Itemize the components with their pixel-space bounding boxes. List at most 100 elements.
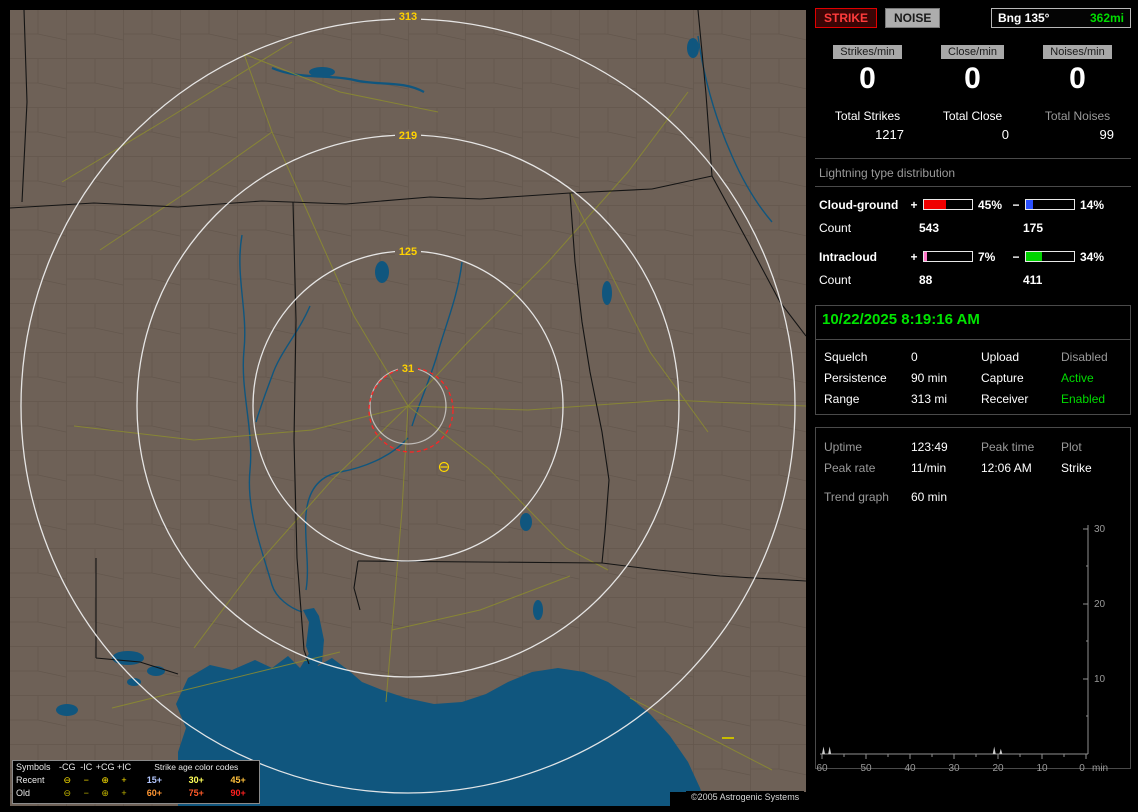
age-code: 30+ <box>188 775 204 785</box>
x-tick-10: 10 <box>1036 763 1048 774</box>
pos-cg-recent-icon: ⊕ <box>101 775 109 785</box>
x-axis-unit: min <box>1092 763 1108 774</box>
cg-plus-pct: 45% <box>978 197 1003 212</box>
age-code: 45+ <box>230 775 246 785</box>
legend-symbols-header: Symbols <box>16 762 51 772</box>
legend-old-row: Old ⊖ − ⊕ + 60+ 75+ 90+ <box>13 787 259 800</box>
stats-section: Uptime 123:49 Peak time Plot Peak rate 1… <box>815 427 1131 774</box>
strike-indicator-button[interactable]: STRIKE <box>815 8 878 28</box>
minus-sign: − <box>1012 249 1020 264</box>
divider <box>816 339 1130 340</box>
bearing-label: Bng 135° <box>998 11 1050 25</box>
cg-count-row: Count 543 175 <box>815 216 1131 239</box>
status-row: Squelch 0 Upload Disabled <box>816 346 1130 367</box>
uptime-row: Uptime 123:49 Peak time Plot <box>816 436 1130 457</box>
age-code: 15+ <box>146 775 163 785</box>
upload-status: Disabled <box>1061 349 1108 364</box>
x-tick-60: 60 <box>816 763 828 774</box>
trend-graph-row: Trend graph 60 min <box>816 486 1130 507</box>
intracloud-row: Intracloud + 7% − 34% <box>815 245 1131 268</box>
legend-col-neg-cg: -CG <box>59 762 76 772</box>
upload-label: Upload <box>981 349 1020 364</box>
x-tick-20: 20 <box>992 763 1004 774</box>
y-tick-20: 20 <box>1094 599 1106 610</box>
cg-minus-bar <box>1025 199 1075 210</box>
legend-col-neg-ic: -IC <box>80 762 93 772</box>
chart-axes <box>820 525 1089 759</box>
ic-count-row: Count 88 411 <box>815 268 1131 291</box>
x-tick-30: 30 <box>948 763 960 774</box>
radar-map[interactable]: 313 219 125 31 Symbols -CG -IC +CG +IC S… <box>10 10 806 806</box>
divider <box>815 186 1131 187</box>
intracloud-label: Intracloud <box>819 249 878 264</box>
indicator-row: STRIKE NOISE Bng 135° 362mi <box>815 8 1131 28</box>
ring-label-219: 219 <box>399 130 417 142</box>
receiver-label: Receiver <box>981 391 1029 406</box>
legend-old-label: Old <box>16 788 31 798</box>
bar-fill <box>1026 252 1043 261</box>
neg-cg-old-icon: ⊖ <box>63 788 72 798</box>
noise-indicator-button[interactable]: NOISE <box>885 8 941 28</box>
neg-cg-recent-icon: ⊖ <box>63 775 72 785</box>
chart-labels: 30 20 10 60 50 40 30 20 10 0 min <box>816 524 1108 774</box>
neg-ic-recent-icon: − <box>83 775 89 785</box>
age-code: 75+ <box>188 788 204 798</box>
squelch-label: Squelch <box>824 349 868 364</box>
strikes-per-min-value: 0 <box>859 62 876 95</box>
bearing-display: Bng 135° 362mi <box>991 8 1131 28</box>
total-strikes-label: Total Strikes <box>834 109 901 123</box>
legend-header-row: Symbols -CG -IC +CG +IC Strike age color… <box>13 761 259 774</box>
noises-per-min-chip: Noises/min <box>1043 45 1112 59</box>
strikes-per-min-column: Strikes/min 0 Total Strikes 1217 <box>815 44 920 142</box>
x-tick-40: 40 <box>904 763 916 774</box>
ic-plus-pct: 7% <box>978 249 996 264</box>
ic-minus-count: 411 <box>1023 272 1043 287</box>
legend-recent-label: Recent <box>16 775 45 785</box>
x-tick-50: 50 <box>860 763 872 774</box>
close-per-min-value: 0 <box>964 62 981 95</box>
receiver-status: Enabled <box>1061 391 1106 406</box>
nexstorm-window: 313 219 125 31 Symbols -CG -IC +CG +IC S… <box>0 0 1138 812</box>
minus-sign: − <box>1012 197 1020 212</box>
map-svg: 313 219 125 31 <box>10 10 806 806</box>
plot-value: Strike <box>1061 460 1092 475</box>
strikes-per-min-chip: Strikes/min <box>833 45 902 59</box>
pos-cg-old-icon: ⊕ <box>101 788 109 798</box>
ic-plus-count: 88 <box>919 272 933 287</box>
legend-age-title: Strike age color codes <box>154 762 239 772</box>
capture-status: Active <box>1061 370 1094 385</box>
rate-counters: Strikes/min 0 Total Strikes 1217 Close/m… <box>815 44 1131 142</box>
cloud-ground-row: Cloud-ground + 45% − 14% <box>815 193 1131 216</box>
count-label: Count <box>819 220 852 235</box>
age-code: 90+ <box>230 788 246 798</box>
legend-recent-row: Recent ⊖ − ⊕ + 15+ 30+ 45+ <box>13 774 259 787</box>
noises-per-min-value: 0 <box>1069 62 1086 95</box>
uptime-value: 123:49 <box>911 439 948 454</box>
x-tick-0: 0 <box>1079 763 1085 774</box>
total-noises-value: 99 <box>1099 127 1114 142</box>
datetime-display: 10/22/2025 8:19:16 AM <box>822 311 980 328</box>
count-label: Count <box>819 272 852 287</box>
ic-minus-bar <box>1025 251 1075 262</box>
total-close-value: 0 <box>1001 127 1009 142</box>
persistence-label: Persistence <box>824 370 887 385</box>
peak-time-value: 12:06 AM <box>981 460 1032 475</box>
legend-col-pos-cg: +CG <box>95 762 115 772</box>
persistence-value: 90 min <box>911 370 948 385</box>
cg-minus-count: 175 <box>1023 220 1044 235</box>
bar-fill <box>924 252 928 261</box>
squelch-value: 0 <box>911 349 918 364</box>
peak-time-label: Peak time <box>981 439 1035 454</box>
age-code: 60+ <box>146 788 163 798</box>
ring-label-313: 313 <box>399 11 417 23</box>
total-noises-label: Total Noises <box>1044 109 1111 123</box>
pos-ic-recent-icon: + <box>121 775 127 785</box>
cg-plus-bar <box>923 199 973 210</box>
legend-col-pos-ic: +IC <box>116 762 132 772</box>
trend-graph-label: Trend graph <box>824 489 889 504</box>
close-per-min-column: Close/min 0 Total Close 0 <box>920 44 1025 142</box>
range-label: Range <box>824 391 860 406</box>
cg-plus-count: 543 <box>919 220 940 235</box>
close-per-min-chip: Close/min <box>941 45 1004 59</box>
plus-sign: + <box>910 197 918 212</box>
